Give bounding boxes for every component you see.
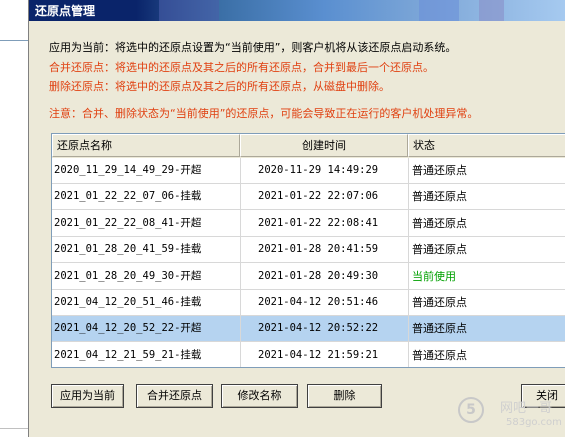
restore-point-name: 2021_04_12_20_52_22-开超 — [54, 322, 202, 335]
restore-point-status: 普通还原点 — [412, 216, 467, 230]
table-row[interactable]: 2021_04_12_21_59_21-挂载 2021-04-12 21:59:2… — [52, 343, 565, 367]
dialog-title: 还原点管理 — [35, 4, 96, 18]
background-divider-bottom — [0, 428, 28, 429]
restore-point-name: 2021_04_12_20_51_46-挂载 — [54, 296, 202, 308]
rename-button[interactable]: 修改名称 — [221, 384, 298, 408]
note-delete: 删除还原点：将选中的还原点及其之后的所有还原点，从磁盘中删除。 — [49, 80, 390, 93]
created-time: 2020-11-29 14:49:29 — [258, 164, 379, 176]
created-time: 2021-01-28 20:49:30 — [258, 269, 379, 282]
watermark-text: 网吧一哥 — [500, 401, 553, 416]
restore-point-name: 2020_11_29_14_49_29-开超 — [54, 164, 202, 176]
restore-point-status: 普通还原点 — [412, 243, 467, 257]
restore-point-status: 普通还原点 — [412, 296, 467, 309]
titlebar-shade — [479, 0, 504, 21]
restore-point-status: 当前使用 — [412, 269, 456, 283]
restore-point-name: 2021_01_22_22_07_06-挂载 — [54, 190, 202, 203]
background-divider — [0, 40, 28, 41]
table-row[interactable]: 2021_04_12_20_52_22-开超 2021-04-12 20:52:2… — [52, 316, 565, 343]
titlebar-shade — [159, 0, 219, 21]
apply-as-current-button[interactable]: 应用为当前 — [51, 384, 124, 408]
column-divider — [408, 158, 409, 367]
note-warning: 注意：合并、删除状态为“当前使用”的还原点，可能会导致正在运行的客户机处理异常。 — [49, 107, 479, 120]
restore-point-name: 2021_01_22_22_08_41-开超 — [54, 216, 202, 229]
column-divider — [240, 158, 241, 367]
table-row[interactable]: 2020_11_29_14_49_29-开超 2020-11-29 14:49:2… — [52, 158, 565, 184]
restore-point-table: 还原点名称 创建时间 状态 2020_11_29_14_49_29-开超 2020… — [51, 133, 565, 368]
restore-point-name: 2021_04_12_21_59_21-挂载 — [54, 348, 202, 361]
table-row[interactable]: 2021_01_22_22_08_41-开超 2021-01-22 22:08:4… — [52, 211, 565, 237]
note-merge: 合并还原点：将选中的还原点及其之后的所有还原点，合并到最后一个还原点。 — [49, 61, 434, 74]
created-time: 2021-04-12 20:51:46 — [258, 296, 379, 308]
table-header: 还原点名称 创建时间 状态 — [52, 134, 565, 158]
restore-point-status: 普通还原点 — [412, 348, 467, 362]
note-apply: 应用为当前：将选中的还原点设置为“当前使用”，则客户机将从该还原点启动系统。 — [49, 41, 457, 54]
restore-point-name: 2021_01_28_20_41_59-挂载 — [54, 243, 202, 256]
column-header-time[interactable]: 创建时间 — [240, 134, 408, 157]
watermark-logo-icon: 5 — [458, 397, 484, 423]
created-time: 2021-04-12 21:59:21 — [258, 348, 379, 361]
created-time: 2021-01-22 22:08:41 — [258, 216, 379, 229]
restore-point-status: 普通还原点 — [412, 164, 467, 177]
restore-point-name: 2021_01_28_20_49_30-开超 — [54, 269, 202, 282]
table-row[interactable]: 2021_01_28_20_41_59-挂载 2021-01-28 20:41:5… — [52, 237, 565, 264]
column-header-status[interactable]: 状态 — [408, 134, 565, 157]
dialog-titlebar[interactable]: 还原点管理 — [29, 0, 565, 21]
table-row[interactable]: 2021_04_12_20_51_46-挂载 2021-04-12 20:51:4… — [52, 290, 565, 316]
table-row[interactable]: 2021_01_28_20_49_30-开超 2021-01-28 20:49:3… — [52, 264, 565, 290]
watermark: 5 网吧一哥 583go.com — [452, 393, 565, 437]
restore-point-status: 普通还原点 — [412, 190, 467, 204]
restore-point-status: 普通还原点 — [412, 322, 467, 336]
created-time: 2021-01-22 22:07:06 — [258, 190, 379, 203]
titlebar-shade — [419, 0, 459, 21]
restore-point-dialog: 还原点管理 应用为当前：将选中的还原点设置为“当前使用”，则客户机将从该还原点启… — [28, 0, 565, 437]
background-app-strip — [0, 0, 28, 437]
created-time: 2021-04-12 20:52:22 — [258, 322, 379, 335]
merge-restore-point-button[interactable]: 合并还原点 — [136, 384, 213, 408]
column-header-name[interactable]: 还原点名称 — [52, 134, 240, 157]
watermark-url: 583go.com — [506, 417, 562, 428]
delete-button[interactable]: 删除 — [307, 384, 382, 408]
created-time: 2021-01-28 20:41:59 — [258, 243, 379, 256]
table-row[interactable]: 2021_01_22_22_07_06-挂载 2021-01-22 22:07:0… — [52, 184, 565, 211]
